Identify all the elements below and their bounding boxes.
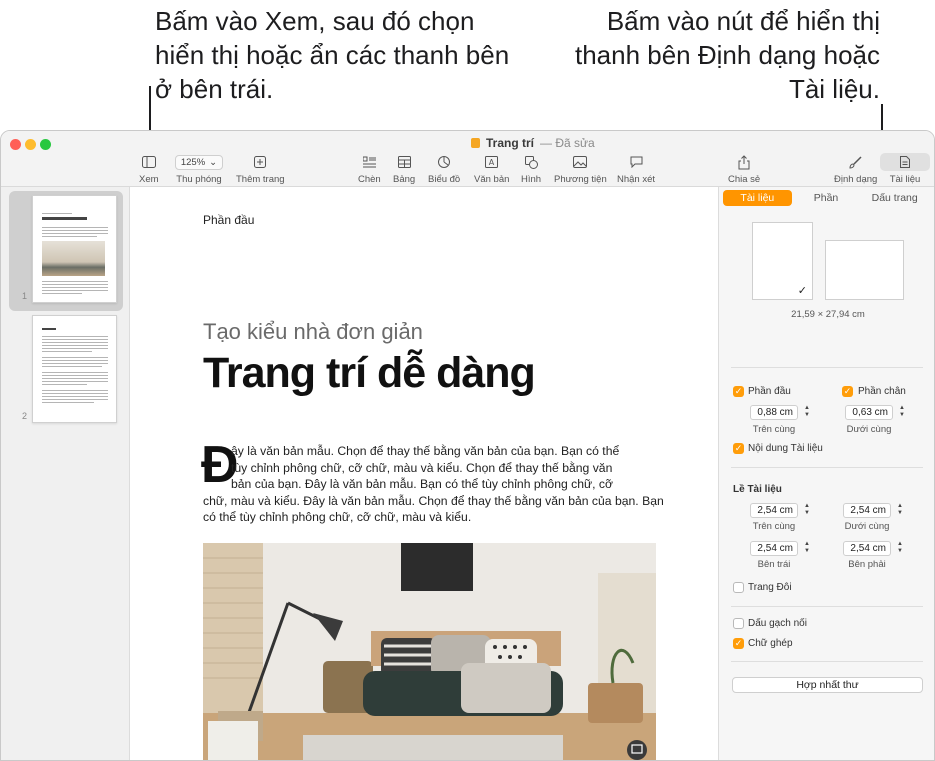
- body-paragraph[interactable]: ây là văn bản mẫu. Chọn để thay thế bằng…: [203, 443, 673, 526]
- header-label: Phần đầu: [748, 386, 791, 397]
- header-top-label: Trên cùng: [752, 424, 796, 435]
- zoom-window-button[interactable]: [40, 139, 51, 150]
- tab-document[interactable]: Tài liệu: [723, 190, 792, 206]
- shape-icon: [524, 155, 538, 169]
- document-button[interactable]: Tài liệu: [880, 153, 930, 185]
- margin-left-stepper[interactable]: ▲ ▼: [803, 541, 811, 556]
- margin-top-label: Trên cùng: [752, 521, 796, 532]
- checkmark-icon: ✓: [797, 285, 807, 297]
- margin-bottom-stepper[interactable]: ▲ ▼: [896, 503, 904, 518]
- photo-icon: [573, 156, 588, 168]
- page-thumbnails-sidebar: 1 2: [1, 187, 130, 760]
- page-header[interactable]: Phần đầu: [203, 213, 254, 227]
- divider: [731, 661, 923, 662]
- header-distance-field[interactable]: 0,88 cm: [750, 405, 798, 420]
- zoom-select[interactable]: 125% ⌄: [175, 154, 223, 170]
- footer-distance-field[interactable]: 0,63 cm: [845, 405, 893, 420]
- margin-bottom-label: Dưới cùng: [844, 521, 890, 532]
- callout-sidebar-instructions: Bấm vào nút để hiển thị thanh bên Định d…: [574, 6, 880, 104]
- margins-title: Lề Tài liệu: [733, 484, 782, 495]
- divider: [731, 606, 923, 607]
- header-checkbox[interactable]: ✓: [733, 386, 744, 397]
- landscape-orientation[interactable]: [825, 240, 904, 300]
- margin-left-field[interactable]: 2,54 cm: [750, 541, 798, 556]
- facing-pages-checkbox[interactable]: [733, 582, 744, 593]
- header-stepper-arrows[interactable]: ▲ ▼: [803, 405, 811, 420]
- hyphenation-checkbox[interactable]: [733, 618, 744, 629]
- share-icon: [738, 154, 750, 169]
- tab-section[interactable]: Phần: [792, 190, 861, 206]
- comment-button[interactable]: Nhận xét: [617, 153, 655, 185]
- margin-right-label: Bên phải: [848, 559, 886, 570]
- page-number-1: 1: [22, 291, 28, 301]
- insert-list-icon: [362, 156, 376, 168]
- pages-window: Trang trí — Đã sửa Xem 125% ⌄ Thu phóng T…: [0, 130, 935, 761]
- portrait-orientation[interactable]: ✓: [752, 222, 813, 300]
- document-body-label: Nội dung Tài liệu: [748, 443, 823, 454]
- divider: [731, 467, 923, 468]
- thumbnail-photo: [42, 241, 105, 276]
- document-button-selected: [880, 153, 930, 171]
- view-button[interactable]: Xem: [139, 153, 159, 185]
- document-canvas[interactable]: Phần đầu Tạo kiểu nhà đơn giản Trang trí…: [131, 187, 717, 760]
- living-room-illustration: [203, 543, 656, 760]
- margin-top-stepper[interactable]: ▲ ▼: [803, 503, 811, 518]
- paintbrush-icon: [849, 155, 862, 169]
- share-button[interactable]: Chia sẻ: [728, 153, 760, 185]
- page-thumbnail-1[interactable]: [32, 195, 117, 303]
- ligatures-checkbox[interactable]: ✓: [733, 638, 744, 649]
- add-page-icon: [254, 156, 267, 168]
- close-button[interactable]: [10, 139, 21, 150]
- hyphenation-label: Dấu gạch nối: [748, 618, 807, 629]
- paper-size-label: 21,59 × 27,94 cm: [791, 309, 865, 320]
- text-box-icon: A: [485, 156, 499, 168]
- tab-bookmarks[interactable]: Dấu trang: [860, 190, 929, 206]
- footer-label: Phần chân: [858, 386, 906, 397]
- media-button[interactable]: Phương tiện: [554, 153, 607, 185]
- zoom-control[interactable]: 125% ⌄ Thu phóng: [175, 153, 223, 185]
- document-inspector: Tài liệu Phần Dấu trang ✓ 21,59 × 27,94 …: [718, 187, 934, 760]
- margin-right-field[interactable]: 2,54 cm: [843, 541, 891, 556]
- text-box-button[interactable]: A Văn bản: [474, 153, 509, 185]
- divider: [731, 367, 923, 368]
- ligatures-label: Chữ ghép: [748, 638, 793, 649]
- table-button[interactable]: Bảng: [393, 153, 415, 185]
- document-subtitle[interactable]: Tạo kiểu nhà đơn giản: [203, 319, 423, 345]
- add-page-button[interactable]: Thêm trang: [236, 153, 285, 185]
- chart-button[interactable]: Biểu đồ: [428, 153, 460, 185]
- chart-icon: [438, 156, 451, 168]
- footer-bottom-label: Dưới cùng: [846, 424, 892, 435]
- table-icon: [397, 156, 411, 168]
- sidebar-icon: [141, 156, 156, 168]
- footer-checkbox[interactable]: ✓: [842, 386, 853, 397]
- document-icon: [900, 156, 910, 168]
- margin-bottom-field[interactable]: 2,54 cm: [843, 503, 891, 518]
- shape-button[interactable]: Hình: [521, 153, 541, 185]
- mail-merge-button[interactable]: Hợp nhất thư: [732, 677, 923, 693]
- minimize-button[interactable]: [25, 139, 36, 150]
- facing-pages-label: Trang Đôi: [748, 582, 792, 593]
- chevron-down-icon: ⌄: [209, 156, 218, 168]
- window-title: Trang trí — Đã sửa: [471, 136, 595, 150]
- margin-right-stepper[interactable]: ▲ ▼: [896, 541, 904, 556]
- document-title: Trang trí: [486, 136, 535, 150]
- page-thumbnail-2[interactable]: [32, 315, 117, 423]
- pages-document-icon: [471, 138, 480, 148]
- edited-status: — Đã sửa: [540, 136, 595, 150]
- margin-left-label: Bên trái: [757, 559, 791, 570]
- format-button[interactable]: Định dạng: [834, 153, 877, 185]
- toolbar: Trang trí — Đã sửa Xem 125% ⌄ Thu phóng T…: [1, 131, 934, 187]
- page-number-2: 2: [22, 411, 28, 421]
- inspector-tabs: Tài liệu Phần Dấu trang: [723, 190, 929, 206]
- document-body-checkbox[interactable]: ✓: [733, 443, 744, 454]
- document-title-heading[interactable]: Trang trí dễ dàng: [203, 349, 536, 398]
- svg-text:A: A: [489, 158, 495, 167]
- living-room-photo[interactable]: [203, 543, 656, 760]
- margin-top-field[interactable]: 2,54 cm: [750, 503, 798, 518]
- insert-button[interactable]: Chèn: [358, 153, 381, 185]
- callout-view-instructions: Bấm vào Xem, sau đó chọn hiển thị hoặc ẩ…: [155, 6, 510, 104]
- footer-stepper-arrows[interactable]: ▲ ▼: [898, 405, 906, 420]
- comment-icon: [630, 156, 643, 168]
